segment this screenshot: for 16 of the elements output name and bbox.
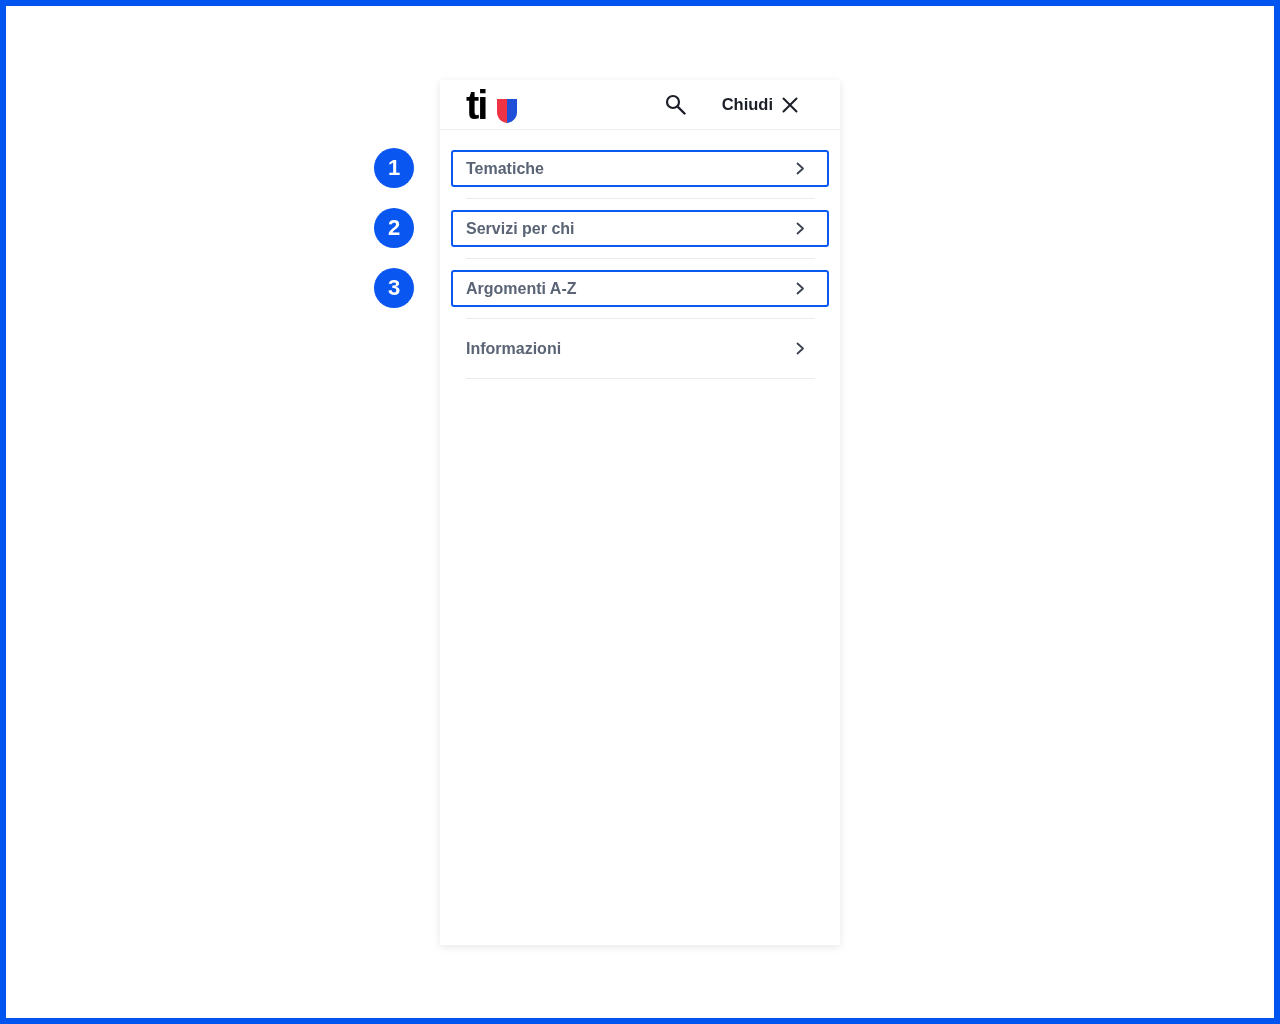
callout-number: 3 [374,268,414,308]
callout-number: 1 [374,148,414,188]
chevron-right-icon [796,162,805,175]
menu-item[interactable]: Argomenti A-Z [451,270,829,307]
search-button[interactable] [664,94,686,115]
callout-number: 2 [374,208,414,248]
shield-icon [497,98,518,123]
search-icon [664,94,686,115]
close-button[interactable]: Chiudi [721,95,798,114]
close-icon [782,96,798,113]
chevron-right-icon [796,342,805,355]
menu-item[interactable]: Tematiche [451,150,829,187]
menu-item[interactable]: Servizi per chi [451,210,829,247]
chevron-right-icon [796,282,805,295]
chevron-right-icon [796,222,805,235]
home-logo-link[interactable]: ti [466,84,518,125]
